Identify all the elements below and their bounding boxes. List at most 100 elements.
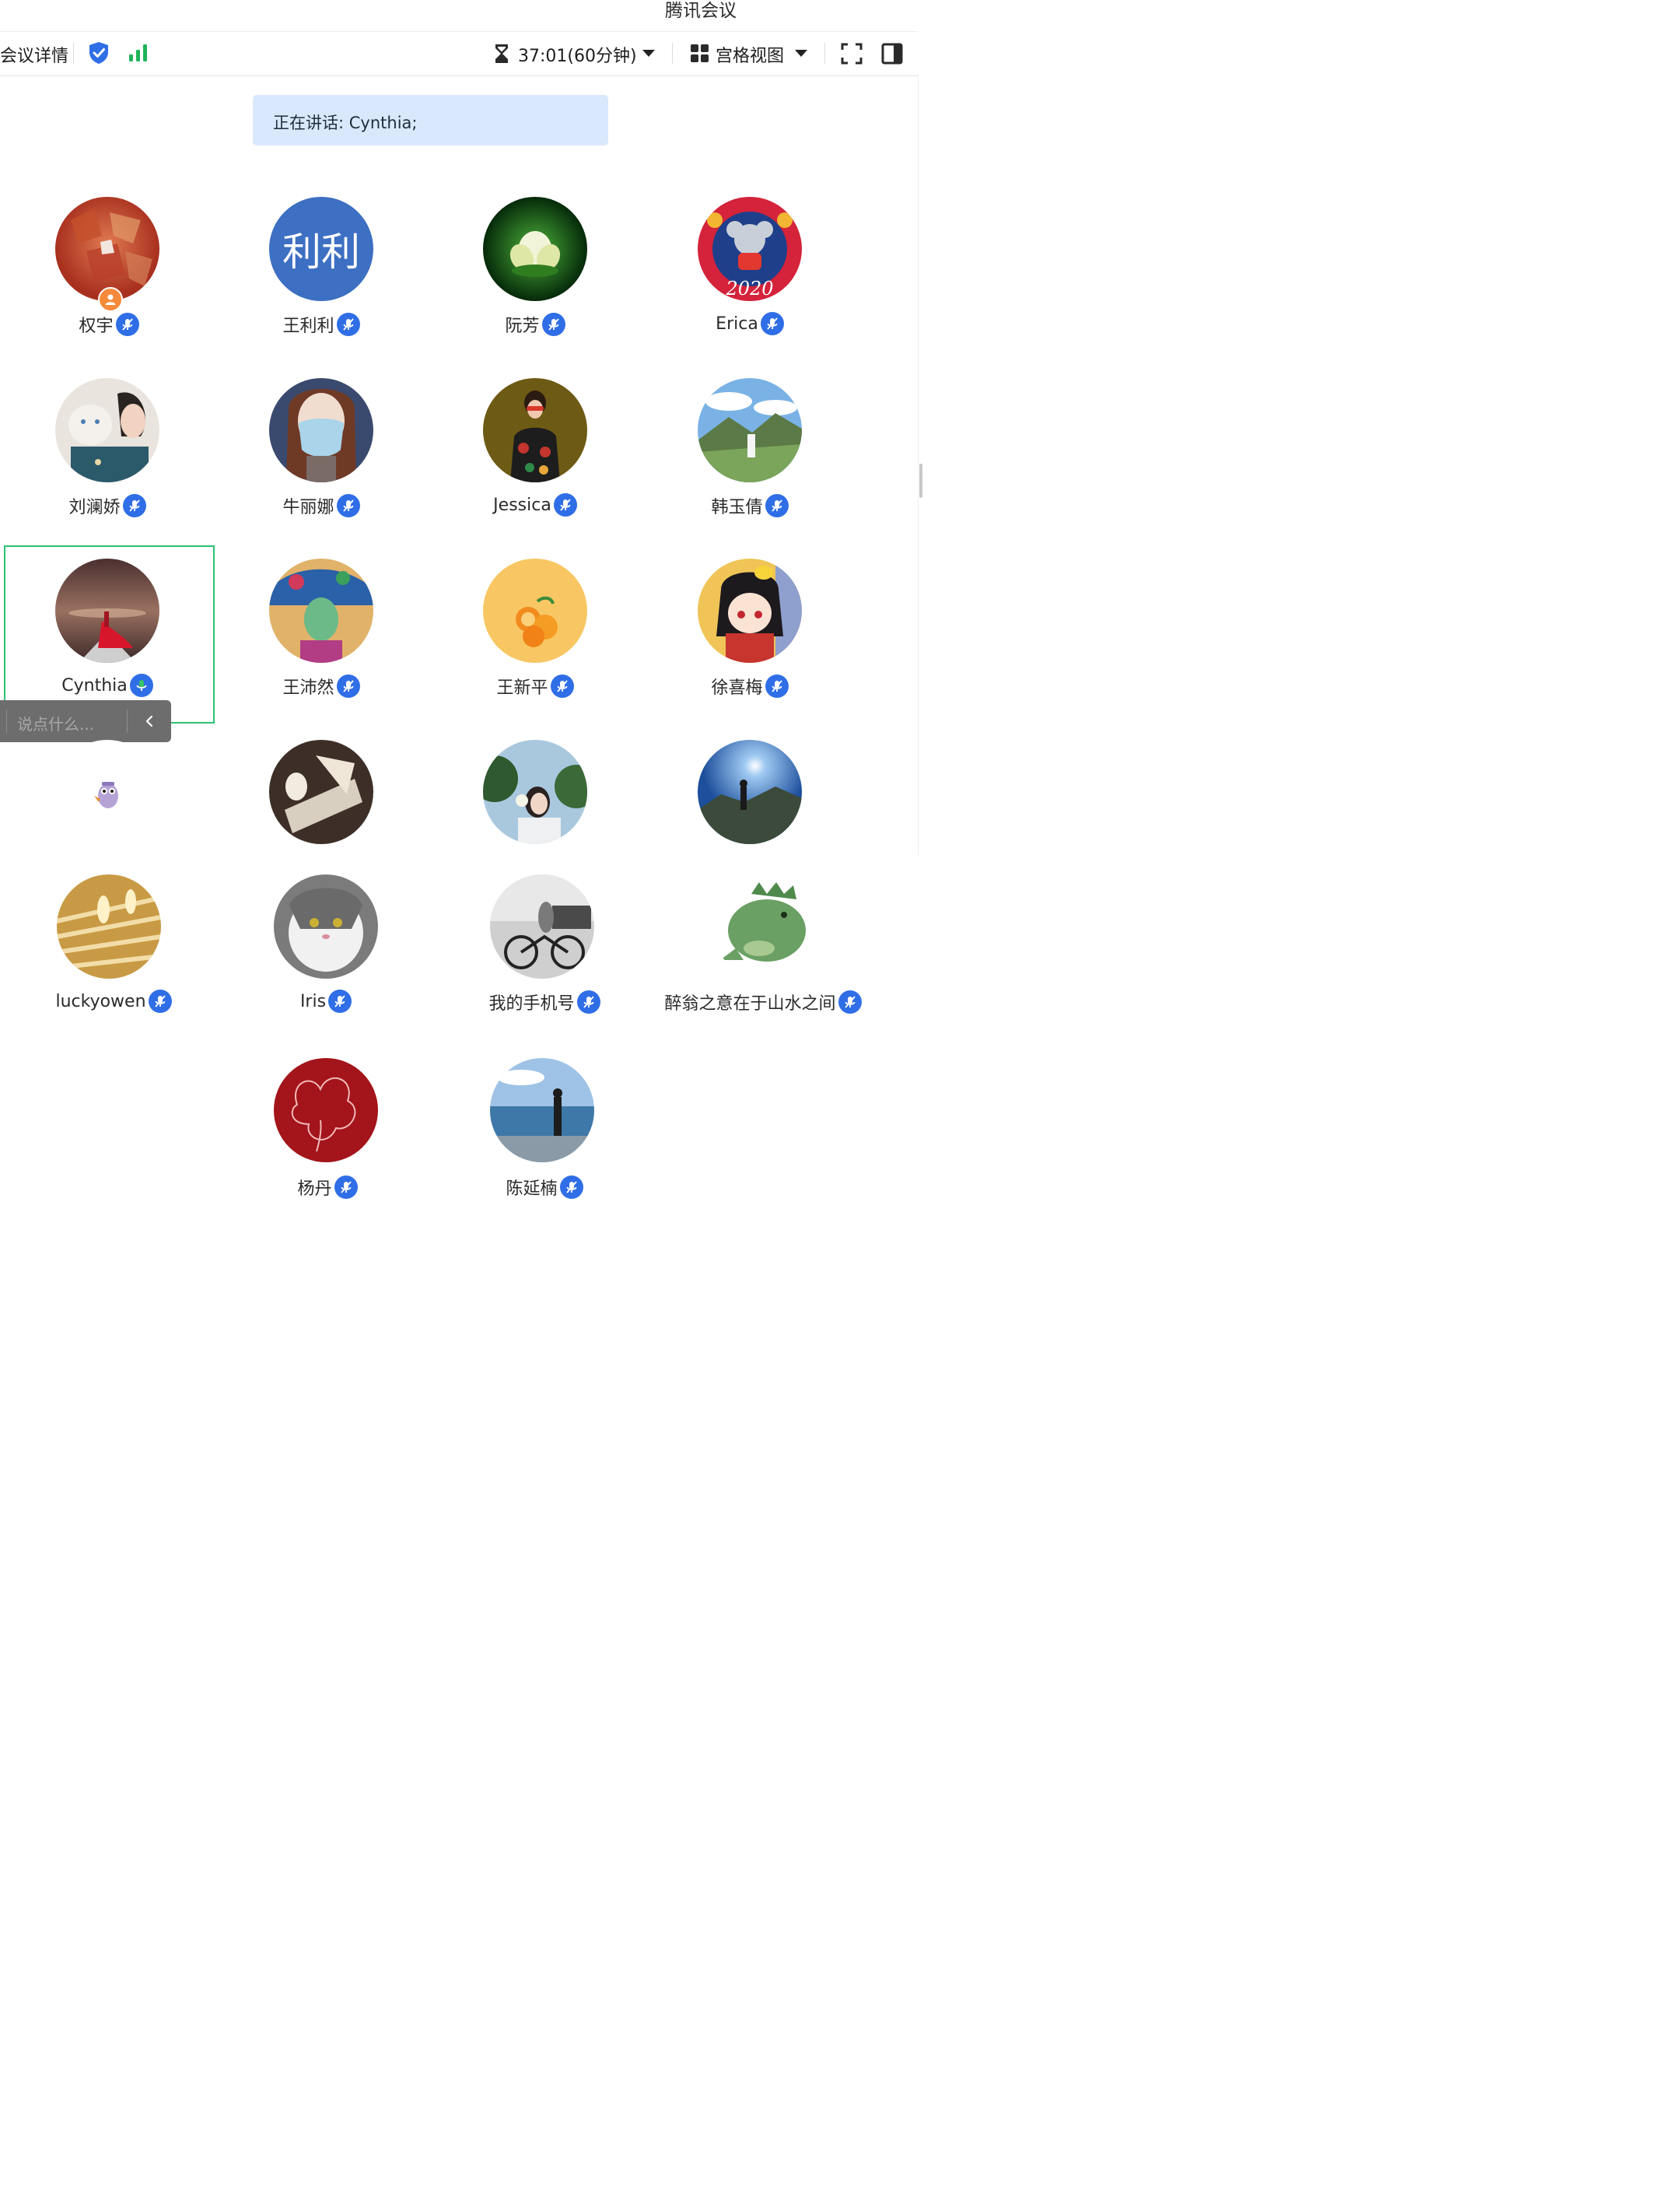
participant-tile[interactable]: 阮芳 <box>428 197 642 368</box>
avatar-initials: 利利 <box>282 230 360 275</box>
participant-name: Erica <box>716 314 758 334</box>
participant-tile[interactable]: 杨丹 <box>214 1058 429 1229</box>
panel-border <box>918 75 919 856</box>
participant-tile[interactable]: 王沛然 <box>214 559 429 730</box>
divider <box>73 43 74 64</box>
avatar-text: 2020 <box>725 278 773 300</box>
participant-tile[interactable]: 醉翁之意在于山水之间 <box>642 874 884 1046</box>
participant-name: 王沛然 <box>282 678 334 698</box>
avatar <box>483 740 587 844</box>
microphone-icon[interactable] <box>838 990 862 1014</box>
avatar <box>269 740 373 844</box>
microphone-icon[interactable] <box>760 312 784 335</box>
avatar <box>55 197 159 301</box>
participant-name: 我的手机号 <box>488 994 575 1014</box>
view-dropdown-chevron-icon[interactable] <box>795 50 807 57</box>
participant-tile[interactable]: 陈延楠 <box>428 1058 642 1229</box>
microphone-icon[interactable] <box>336 494 360 517</box>
avatar <box>483 378 587 482</box>
divider <box>6 710 7 733</box>
participant-name: 牛丽娜 <box>282 498 334 517</box>
avatar: 利利 <box>269 197 373 301</box>
participant-tile[interactable]: 利利 王利利 <box>214 197 429 368</box>
microphone-icon[interactable] <box>576 990 600 1014</box>
participant-tile[interactable]: luckyowen <box>0 874 215 1046</box>
participant-name: 阮芳 <box>505 317 540 336</box>
participant-tile[interactable]: 王新平 <box>428 559 642 730</box>
avatar <box>490 1058 594 1162</box>
sidebar-toggle-icon[interactable] <box>880 42 904 65</box>
host-badge-icon <box>98 287 123 312</box>
participant-name: 韩玉倩 <box>711 498 763 517</box>
microphone-icon[interactable] <box>336 313 360 336</box>
avatar <box>698 559 802 663</box>
participant-name: Jessica <box>493 495 551 515</box>
app-title: 腾讯会议 <box>665 1 737 21</box>
avatar <box>698 378 802 482</box>
avatar <box>698 740 802 844</box>
chat-input-placeholder[interactable]: 说点什么... <box>17 712 94 734</box>
microphone-icon[interactable] <box>336 675 360 698</box>
participant-tile[interactable]: 牛丽娜 <box>214 378 429 549</box>
participant-tile[interactable]: Jessica <box>428 378 642 549</box>
participant-name: 王新平 <box>496 678 548 698</box>
participant-name: 徐喜梅 <box>711 678 763 698</box>
microphone-icon[interactable] <box>148 990 172 1013</box>
avatar <box>55 740 159 844</box>
participant-tile[interactable]: 2020 Erica <box>642 197 857 368</box>
participant-tile[interactable]: Iris <box>214 874 429 1046</box>
network-signal-icon[interactable] <box>128 44 149 62</box>
microphone-icon[interactable] <box>765 675 789 698</box>
chat-input-bar[interactable]: 说点什么... <box>0 700 171 742</box>
divider <box>127 710 128 733</box>
microphone-icon[interactable] <box>115 313 139 336</box>
avatar <box>490 874 594 979</box>
participant-tile[interactable]: 刘澜娇 <box>0 378 215 549</box>
timer-dropdown-chevron-icon[interactable] <box>642 50 655 57</box>
participant-name: 醉翁之意在于山水之间 <box>664 994 836 1014</box>
participant-name: 刘澜娇 <box>68 498 121 517</box>
microphone-icon[interactable] <box>541 313 565 336</box>
participant-tile[interactable]: 韩玉倩 <box>642 378 857 549</box>
microphone-icon[interactable] <box>122 494 146 517</box>
microphone-icon[interactable] <box>559 1176 583 1199</box>
avatar <box>269 378 373 482</box>
avatar: 2020 <box>698 197 802 301</box>
avatar <box>712 874 817 979</box>
speaking-text: 正在讲话: Cynthia; <box>273 114 418 132</box>
participant-name: Iris <box>299 991 327 1011</box>
avatar <box>483 197 587 301</box>
avatar <box>274 874 378 979</box>
microphone-icon[interactable] <box>550 675 574 698</box>
participant-name: 陈延楠 <box>506 1179 558 1199</box>
microphone-icon[interactable] <box>334 1176 358 1199</box>
participant-name: luckyowen <box>55 991 146 1011</box>
participant-name: 王利利 <box>282 317 334 336</box>
divider <box>824 43 825 64</box>
speaking-indicator-banner: 正在讲话: Cynthia; <box>253 95 608 145</box>
microphone-icon[interactable] <box>328 990 352 1013</box>
microphone-icon[interactable] <box>553 493 577 517</box>
fullscreen-icon[interactable] <box>840 42 863 65</box>
meeting-timer[interactable]: 37:01(60分钟) <box>518 42 637 67</box>
avatar <box>55 559 159 663</box>
grid-view-icon <box>691 44 709 62</box>
avatar <box>483 559 587 663</box>
meeting-toolbar: 会议详情 37:01(60分钟) 宫格视图 <box>0 31 918 76</box>
avatar <box>55 378 159 482</box>
scrollbar-handle[interactable] <box>919 464 922 498</box>
microphone-active-icon[interactable] <box>129 674 153 697</box>
view-mode-button[interactable]: 宫格视图 <box>716 42 784 67</box>
avatar <box>274 1058 378 1162</box>
shield-check-icon[interactable] <box>87 40 110 65</box>
collapse-chevron-left-icon[interactable] <box>143 711 156 731</box>
avatar <box>269 559 373 663</box>
microphone-icon[interactable] <box>765 494 789 517</box>
participant-tile[interactable]: 权宇 <box>0 197 215 368</box>
meeting-details-button[interactable]: 会议详情 <box>0 42 68 67</box>
participant-name: 杨丹 <box>297 1179 332 1199</box>
participant-name: 权宇 <box>79 317 114 336</box>
participant-tile[interactable]: 我的手机号 <box>428 874 642 1046</box>
divider <box>672 43 673 64</box>
participant-tile[interactable]: 徐喜梅 <box>642 559 857 730</box>
